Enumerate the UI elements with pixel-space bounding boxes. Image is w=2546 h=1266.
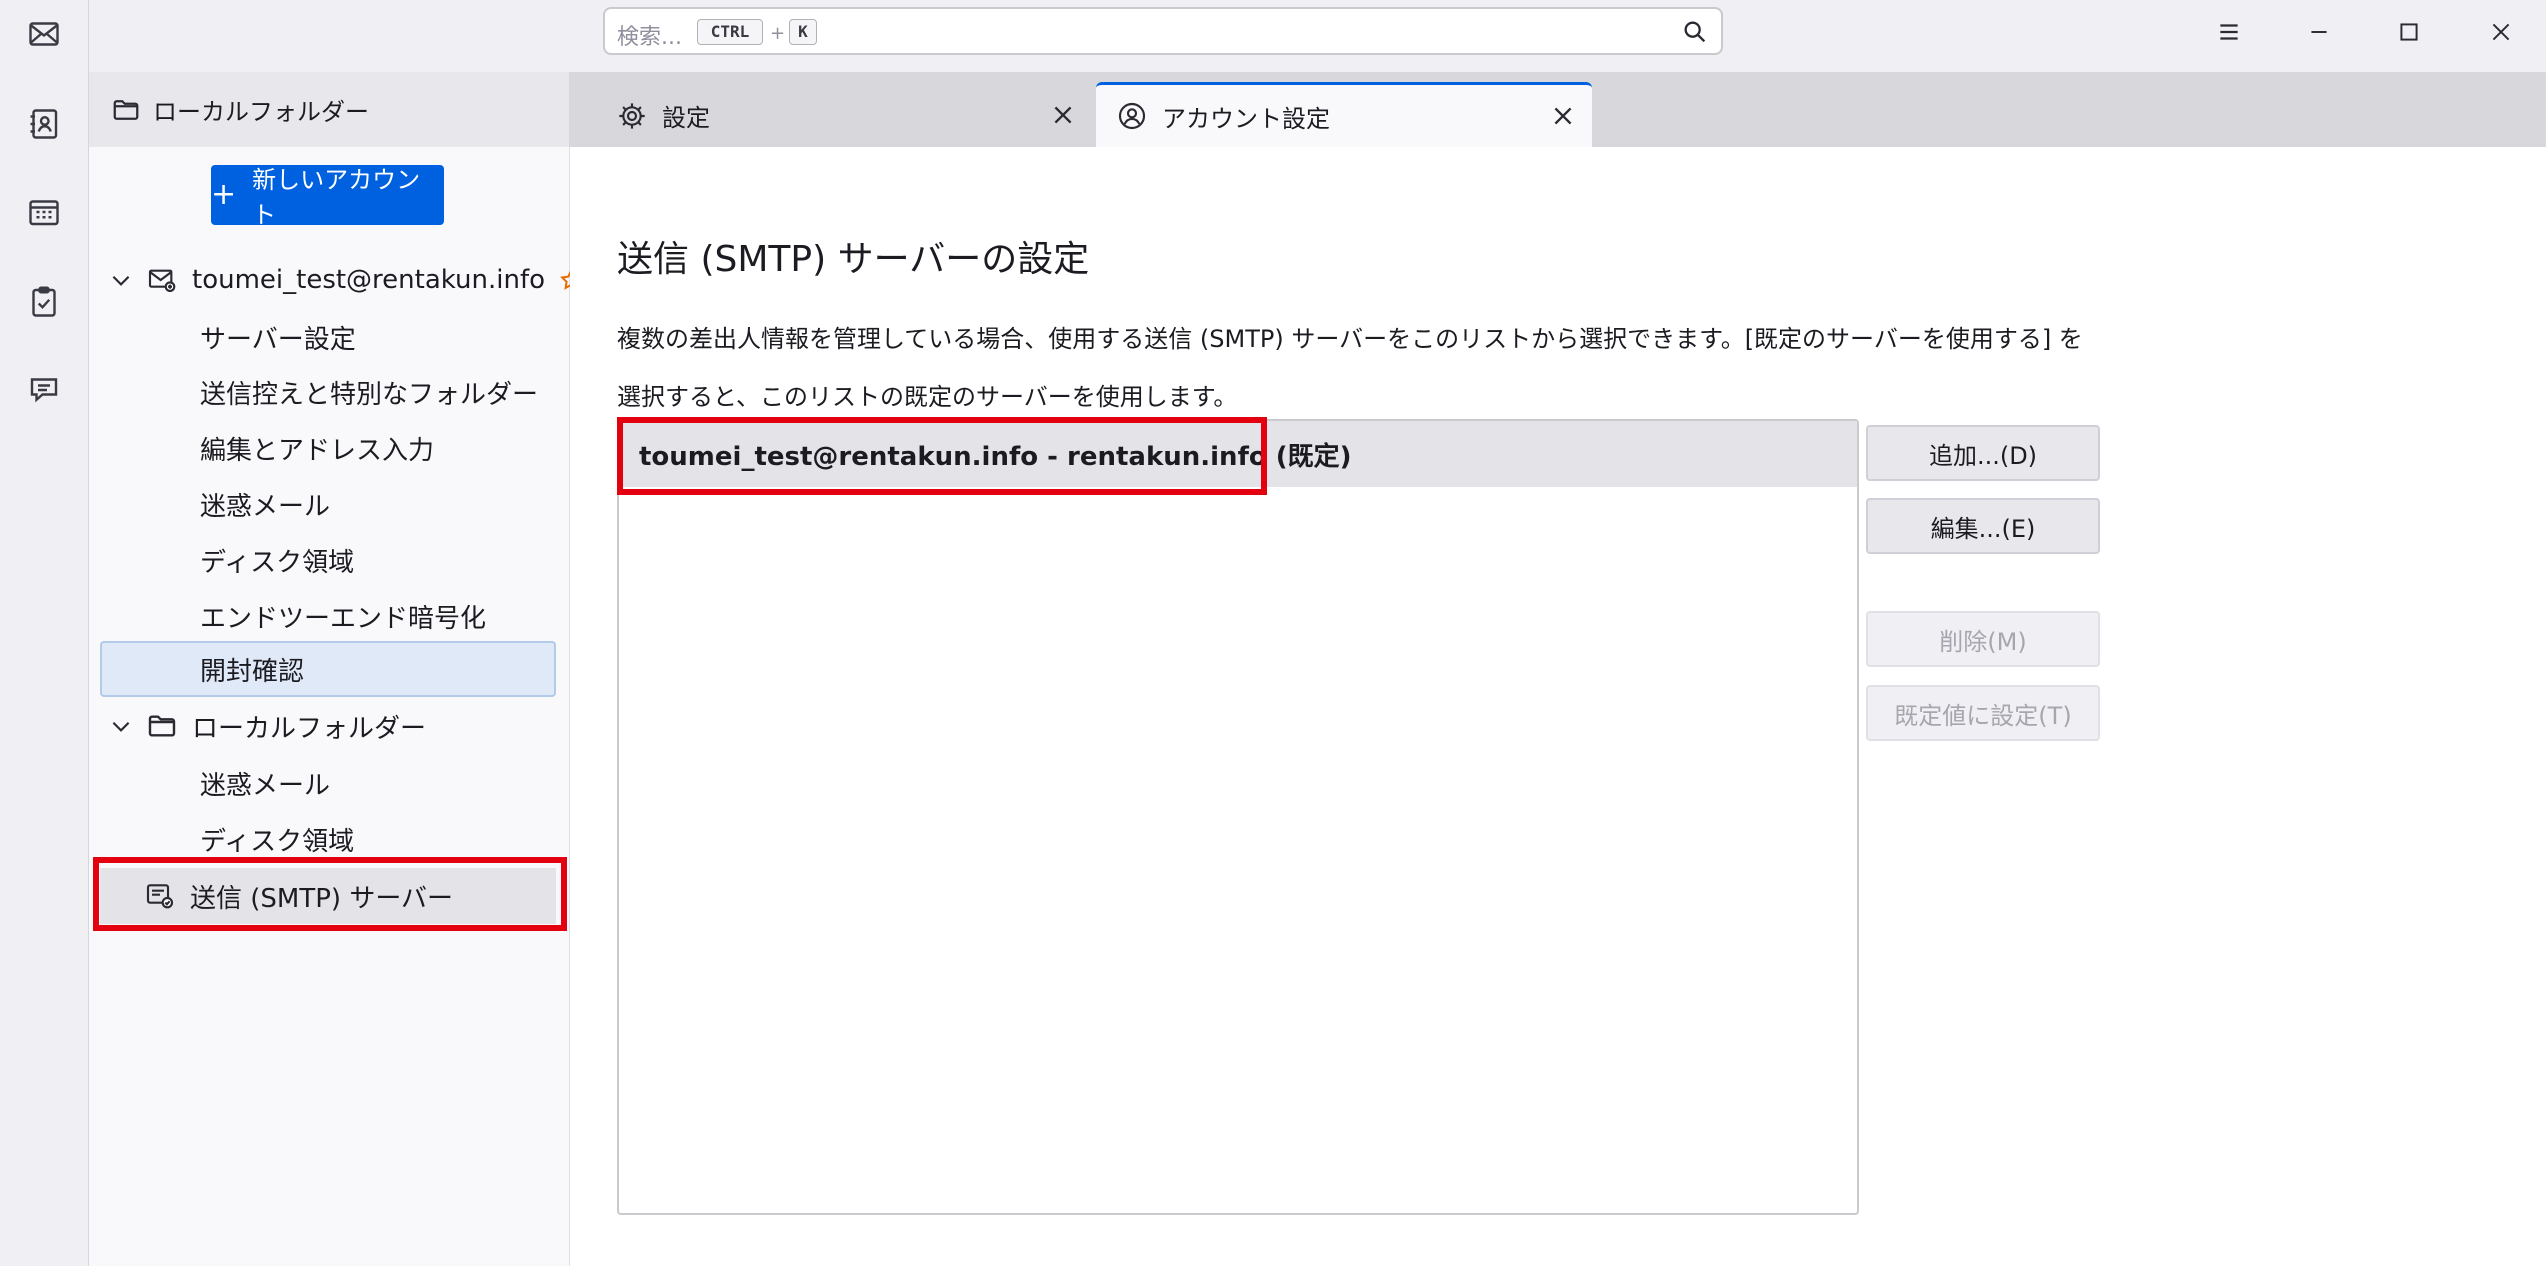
page-title: 送信 (SMTP) サーバーの設定: [617, 239, 1090, 280]
tab-settings[interactable]: 設定: [596, 84, 1092, 147]
sidebar-item-server-settings[interactable]: サーバー設定: [200, 312, 356, 362]
mail-account-icon: [148, 269, 176, 293]
folder-icon: [113, 99, 139, 120]
tab-account-close-button[interactable]: [1546, 99, 1580, 133]
close-window-button[interactable]: [2477, 10, 2525, 54]
search-placeholder: 検索...: [617, 25, 682, 50]
set-default-button[interactable]: 既定値に設定(T): [1866, 685, 2100, 741]
account-settings-icon: [1118, 102, 1146, 130]
sidebar-item-local-junk[interactable]: 迷惑メール: [200, 758, 330, 808]
sidebar-item-junk[interactable]: 迷惑メール: [200, 479, 330, 529]
chevron-down-icon[interactable]: [108, 713, 134, 739]
sidebar-item-label: 開封確認: [200, 656, 305, 687]
sidebar-item-smtp-server[interactable]: 送信 (SMTP) サーバー: [100, 868, 556, 924]
close-icon: [2492, 23, 2510, 41]
sidebar-item-label: サーバー設定: [200, 324, 356, 355]
tab-account-settings[interactable]: アカウント設定: [1096, 82, 1592, 147]
mail-icon[interactable]: [22, 12, 66, 56]
local-folders-row[interactable]: ローカルフォルダー: [108, 701, 426, 751]
add-button[interactable]: 追加...(D): [1866, 425, 2100, 481]
sidebar-item-e2e-encryption[interactable]: エンドツーエンド暗号化: [200, 591, 486, 641]
folder-header-label: ローカルフォルダー: [153, 98, 369, 126]
sidebar-item-label: 迷惑メール: [200, 770, 331, 801]
shortcut-k-key: K: [789, 19, 817, 45]
sidebar-item-copies-folders[interactable]: 送信控えと特別なフォルダー: [200, 367, 538, 417]
tab-settings-close-button[interactable]: [1046, 98, 1080, 132]
local-folders-label: ローカルフォルダー: [192, 713, 427, 744]
tab-settings-label: 設定: [662, 104, 710, 132]
sidebar-item-local-disk-space[interactable]: ディスク領域: [200, 814, 354, 864]
sidebar-item-disk-space[interactable]: ディスク領域: [200, 535, 354, 585]
calendar-icon[interactable]: [22, 190, 66, 234]
sidebar-item-label: ディスク領域: [200, 547, 355, 578]
smtp-label: 送信 (SMTP) サーバー: [190, 883, 454, 914]
maximize-icon: [2400, 23, 2418, 41]
hamburger-icon: [2220, 24, 2238, 40]
app-menu-button[interactable]: [2205, 10, 2253, 54]
close-icon: [1554, 107, 1572, 125]
new-account-button[interactable]: + 新しいアカウント: [211, 165, 444, 229]
sidebar-item-composition[interactable]: 編集とアドレス入力: [200, 423, 434, 473]
close-icon: [1054, 106, 1072, 124]
plus-icon: +: [211, 177, 237, 212]
shortcut-plus: +: [770, 23, 786, 44]
sidebar-item-label: ディスク領域: [200, 826, 355, 857]
edit-button[interactable]: 編集...(E): [1866, 498, 2100, 554]
tab-account-settings-label: アカウント設定: [1162, 104, 1330, 133]
address-book-icon[interactable]: [22, 102, 66, 146]
search-icon[interactable]: [1681, 18, 1709, 46]
outgoing-server-icon: [146, 884, 174, 909]
folder-pane-header: ローカルフォルダー: [89, 72, 569, 147]
smtp-server-list[interactable]: [617, 419, 1859, 1215]
chevron-down-icon[interactable]: [108, 267, 134, 293]
remove-button[interactable]: 削除(M): [1866, 611, 2100, 667]
gear-icon: [619, 102, 645, 129]
folder-icon: [148, 715, 176, 737]
new-account-label: 新しいアカウント: [252, 166, 421, 229]
account-email: toumei_test@rentakun.info: [192, 265, 546, 295]
sidebar-item-label: 編集とアドレス入力: [200, 435, 435, 466]
maximize-button[interactable]: [2385, 10, 2433, 54]
description-text: 複数の差出人情報を管理している場合、使用する送信 (SMTP) サーバーをこのリ…: [617, 325, 2083, 411]
sidebar-item-label: 送信控えと特別なフォルダー: [200, 379, 539, 410]
smtp-server-entry: toumei_test@rentakun.info - rentakun.inf…: [639, 442, 1352, 472]
account-row[interactable]: toumei_test@rentakun.info: [108, 255, 583, 305]
tasks-icon[interactable]: [22, 280, 66, 324]
sidebar-item-label: 迷惑メール: [200, 491, 331, 522]
shortcut-ctrl-key: CTRL: [697, 19, 763, 45]
sidebar-item-label: エンドツーエンド暗号化: [200, 603, 487, 634]
spaces-toolbar: [0, 0, 89, 1266]
minimize-button[interactable]: [2295, 10, 2343, 54]
chat-icon[interactable]: [22, 368, 66, 412]
search-bar[interactable]: 検索... CTRL + K: [603, 7, 1723, 55]
sidebar-item-return-receipts[interactable]: 開封確認: [100, 641, 556, 697]
minimize-icon: [2311, 31, 2327, 33]
